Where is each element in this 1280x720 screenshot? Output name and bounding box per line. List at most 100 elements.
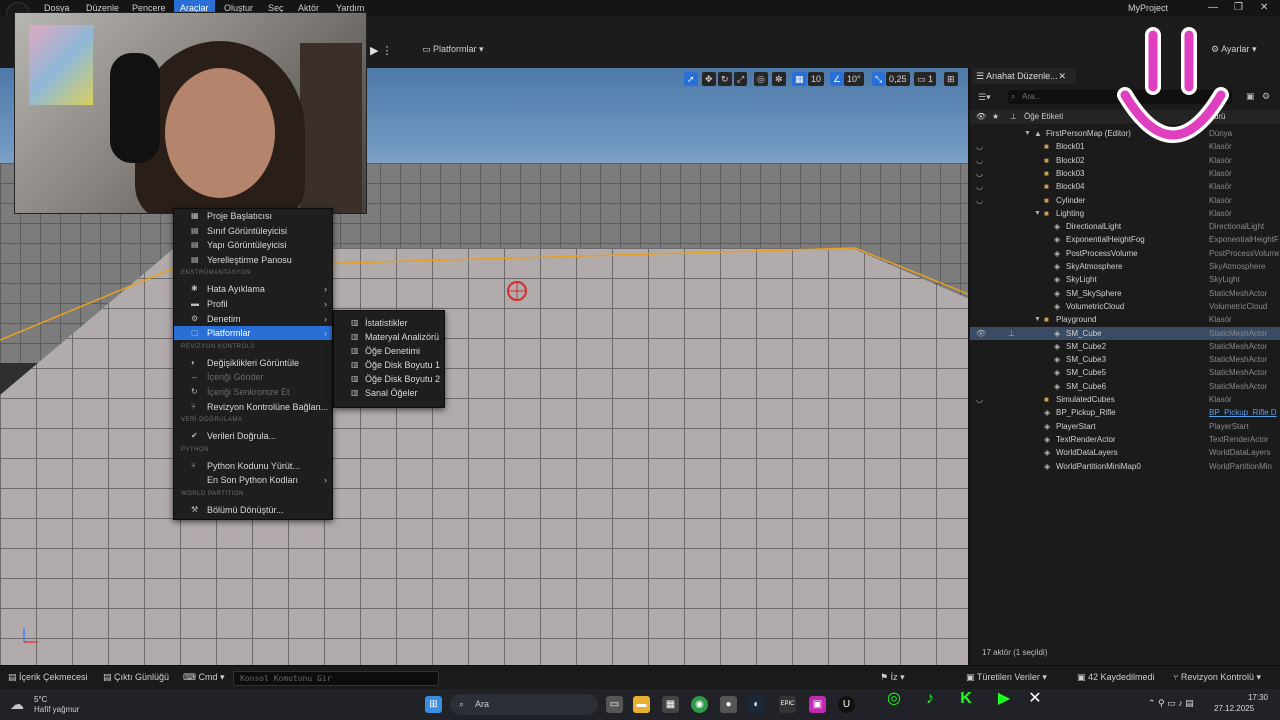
task-view-icon[interactable]: ▭	[606, 696, 623, 713]
output-log-button[interactable]: ▤ Çıktı Günlüğü	[103, 672, 169, 683]
outliner-row[interactable]: ◈ SM_SkySphere StaticMeshActor	[970, 287, 1280, 300]
platforms-submenu-item[interactable]: ▥ Öğe Disk Boyutu 1	[334, 358, 444, 372]
outliner-row[interactable]: ◈ SM_Cube6 StaticMeshActor	[970, 380, 1280, 393]
outliner-row[interactable]: ◈ SM_Cube2 StaticMeshActor	[970, 340, 1280, 353]
outliner-row[interactable]: ◈ SM_Cube3 StaticMeshActor	[970, 353, 1280, 366]
filter-icon[interactable]: ☰▾	[978, 92, 991, 103]
tools-menu-item[interactable]: ✔ Verileri Doğrula...	[174, 429, 332, 443]
add-folder-icon[interactable]: ▣	[1246, 91, 1255, 102]
revision-control-button[interactable]: ⑂ Revizyon Kontrolü ▾	[1173, 672, 1261, 683]
tools-menu-item[interactable]: ▤ Sınıf Görüntüleyicisi	[174, 224, 332, 238]
angle-snap-icon[interactable]: ∠	[830, 72, 845, 86]
expand-arrow-icon[interactable]: ▼	[1034, 313, 1041, 326]
outliner-row[interactable]: ◈ WorldDataLayers WorldDataLayers	[970, 446, 1280, 459]
tools-menu-item[interactable]: En Son Python Kodları ›	[174, 473, 332, 487]
surface-snap-icon[interactable]: ✼	[772, 72, 786, 86]
tools-menu-item[interactable]: ✱ Hata Ayıklama ›	[174, 282, 332, 296]
rotate-tool-icon[interactable]: ↻	[718, 72, 732, 86]
tools-menu-item[interactable]: ▦ Proje Başlatıcısı	[174, 209, 332, 223]
console-input[interactable]: Konsol Komutunu Gir	[233, 671, 439, 686]
outliner-row[interactable]: ◈ BP_Pickup_Rifle BP_Pickup_Rifle D	[970, 406, 1280, 419]
outliner-row-type[interactable]: BP_Pickup_Rifle D	[1209, 406, 1279, 419]
tools-menu-item[interactable]: ⑂ Revizyon Kontrolüne Bağlan...	[174, 400, 332, 414]
outliner-row[interactable]: ◡ ■ SimulatedCubes Klasör	[970, 393, 1280, 406]
maximize-icon[interactable]: ❐	[1234, 2, 1243, 13]
trace-button[interactable]: ⚑ İz ▾	[880, 672, 905, 683]
outliner-row[interactable]: ◈ SkyAtmosphere SkyAtmosphere	[970, 260, 1280, 273]
cmd-dropdown[interactable]: ⌨ Cmd ▾	[183, 672, 225, 683]
tools-menu-item[interactable]: ⚙ Denetim ›	[174, 312, 332, 326]
outliner-row[interactable]: ◈ WorldPartitionMiniMap0 WorldPartitionMin	[970, 460, 1280, 473]
outliner-row[interactable]: ◈ PostProcessVolume PostProcessVolume	[970, 247, 1280, 260]
tools-menu-item[interactable]: ▤ Yapı Görüntüleyicisi	[174, 238, 332, 252]
platforms-submenu-item[interactable]: ▥ Materyal Analizörü	[334, 330, 444, 344]
visibility-icon[interactable]: ◡	[976, 140, 983, 153]
chrome-icon[interactable]: ◉	[691, 696, 708, 713]
angle-snap-value[interactable]: 10°	[844, 72, 864, 86]
scale-snap-icon[interactable]: ⤡	[872, 72, 886, 86]
tools-menu-item[interactable]: ⚒ Bölümü Dönüştür...	[174, 503, 332, 517]
outliner-row[interactable]: 👁 ⊥ ◈ SM_Cube StaticMeshActor	[970, 326, 1280, 340]
epic-games-icon[interactable]: EPIC	[779, 696, 796, 713]
select-tool-icon[interactable]: ➚	[684, 72, 698, 86]
play-icon[interactable]: ▶ ⋮	[370, 44, 393, 57]
unsaved-button[interactable]: ▣ 42 Kaydedilmedi	[1077, 672, 1155, 683]
app-icon[interactable]: ▣	[809, 696, 826, 713]
platforms-submenu-item[interactable]: ▥ Öğe Denetimi	[334, 344, 444, 358]
outliner-row[interactable]: ◈ VolumetricCloud VolumetricCloud	[970, 300, 1280, 313]
outliner-row[interactable]: ◈ SM_Cube5 StaticMeshActor	[970, 366, 1280, 379]
outliner-row[interactable]: ◈ DirectionalLight DirectionalLight	[970, 220, 1280, 233]
move-tool-icon[interactable]: ✥	[702, 72, 716, 86]
visibility-icon[interactable]: ◡	[976, 154, 983, 167]
file-explorer-icon[interactable]: ▬	[633, 696, 650, 713]
pin-icon[interactable]: ⊥	[1008, 327, 1015, 340]
outliner-row[interactable]: ◡ ■ Cylinder Klasör	[970, 194, 1280, 207]
camera-speed-button[interactable]: ▭ 1	[914, 72, 937, 86]
scale-snap-value[interactable]: 0,25	[886, 72, 910, 86]
minimize-icon[interactable]: —	[1208, 2, 1218, 13]
outliner-row[interactable]: ◈ TextRenderActor TextRenderActor	[970, 433, 1280, 446]
platforms-button[interactable]: ▭ Platformlar ▾	[422, 44, 484, 55]
expand-arrow-icon[interactable]: ▼	[1034, 207, 1041, 220]
visibility-icon[interactable]: ◡	[976, 167, 983, 180]
expand-arrow-icon[interactable]: ▼	[1024, 127, 1031, 140]
platforms-submenu-item[interactable]: ▥ Öğe Disk Boyutu 2	[334, 372, 444, 386]
world-space-icon[interactable]: ◎	[754, 72, 768, 86]
visibility-icon[interactable]: 👁	[976, 327, 986, 340]
grid-snap-value[interactable]: 10	[808, 72, 825, 86]
outliner-row[interactable]: ◡ ■ Block03 Klasör	[970, 167, 1280, 180]
outliner-tab[interactable]: ☰ Anahat Düzenle... ✕	[972, 68, 1076, 84]
taskbar-search[interactable]: ⌕ Ara	[450, 694, 598, 715]
platforms-submenu-item[interactable]: ▥ İstatistikler	[334, 316, 444, 330]
visibility-icon[interactable]: ◡	[976, 180, 983, 193]
visibility-icon[interactable]: ◡	[976, 393, 983, 406]
outliner-row[interactable]: ◈ PlayerStart PlayerStart	[970, 420, 1280, 433]
viewport-layout-icon[interactable]: ⊞	[944, 72, 958, 86]
outliner-row[interactable]: ◡ ■ Block04 Klasör	[970, 180, 1280, 193]
outliner-row[interactable]: ◈ SkyLight SkyLight	[970, 273, 1280, 286]
tools-menu-item[interactable]: ▬ Profil ›	[174, 297, 332, 311]
tools-menu-item[interactable]: ▤ Yerelleştirme Panosu	[174, 253, 332, 267]
unreal-engine-icon[interactable]: U	[838, 696, 855, 713]
close-tab-icon[interactable]: ✕	[1058, 68, 1066, 84]
store-icon[interactable]: ▦	[662, 696, 679, 713]
close-icon[interactable]: ✕	[1260, 2, 1268, 13]
tools-menu-item[interactable]: ▢ Platformlar ›	[174, 326, 332, 341]
platforms-submenu-item[interactable]: ▥ Sanal Öğeler	[334, 386, 444, 400]
tools-menu-item[interactable]: ◐ Değişiklikleri Görüntüle	[174, 356, 332, 370]
col-label-header[interactable]: Öğe Etiketi	[1024, 112, 1063, 121]
outliner-row[interactable]: ▼ ■ Playground Klasör	[970, 313, 1280, 326]
derived-data-button[interactable]: ▣ Türetilen Veriler ▾	[966, 672, 1047, 683]
scale-tool-icon[interactable]: ⤢	[734, 72, 748, 86]
windows-start-icon[interactable]: ⊞	[425, 696, 442, 713]
tray-icons[interactable]: ⌃ ⚲ ▭ ♪ ▤	[1148, 698, 1194, 709]
outliner-row[interactable]: ◈ ExponentialHeightFog ExponentialHeightFo…	[970, 233, 1280, 246]
settings-gear-icon[interactable]: ⚙	[1262, 91, 1270, 102]
grid-snap-icon[interactable]: ▦	[792, 72, 807, 86]
steam-icon[interactable]: ◐	[748, 696, 765, 713]
outliner-row[interactable]: ▼ ■ Lighting Klasör	[970, 207, 1280, 220]
github-icon[interactable]: ●	[720, 696, 737, 713]
tools-menu-item[interactable]: ⑂ Python Kodunu Yürüt...	[174, 459, 332, 473]
visibility-icon[interactable]: ◡	[976, 194, 983, 207]
content-drawer-button[interactable]: ▤ İçerik Çekmecesi	[8, 672, 88, 683]
